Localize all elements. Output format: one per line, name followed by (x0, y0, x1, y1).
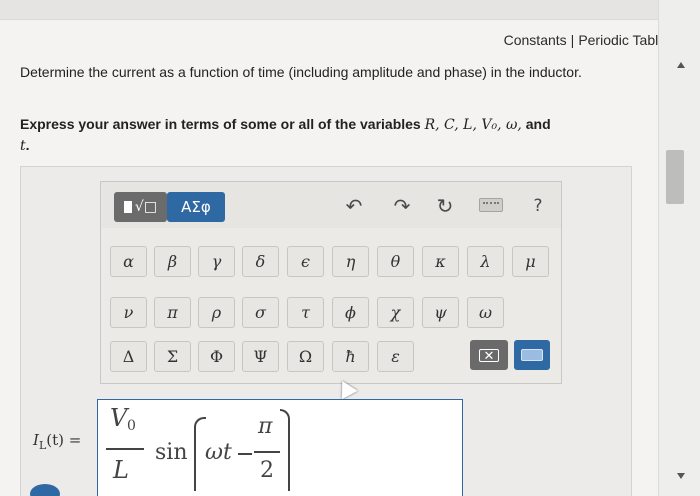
scroll-down-icon[interactable] (677, 473, 685, 479)
symbol-key-capital-sigma[interactable]: Σ (154, 341, 191, 372)
link-separator: | (570, 32, 575, 48)
undo-icon[interactable]: ↶ (341, 194, 367, 218)
templates-button[interactable]: √□ (114, 192, 167, 222)
symbol-key-delta[interactable]: δ (242, 246, 279, 277)
symbol-key-phi[interactable]: ϕ (332, 297, 369, 328)
symbol-key-eta[interactable]: η (332, 246, 369, 277)
scroll-up-icon[interactable] (677, 62, 685, 68)
instruction-prefix: Express your answer in terms of some or … (20, 116, 425, 132)
greek-symbols-button[interactable]: ΑΣφ (167, 192, 225, 222)
symbol-key-chi[interactable]: χ (377, 297, 414, 328)
keyboard-icon[interactable] (479, 198, 503, 212)
symbol-key-gamma[interactable]: γ (198, 246, 235, 277)
symbol-key-epsilon[interactable]: ϵ (287, 246, 324, 277)
sin-function: sin (155, 440, 188, 465)
instruction-suffix: . (25, 137, 30, 153)
symbol-key-pi[interactable]: π (154, 297, 191, 328)
phase-fraction-bar (254, 451, 280, 453)
answer-label-rest: (t) = (46, 431, 82, 449)
symbol-key-theta[interactable]: θ (377, 246, 414, 277)
minus-sign (238, 453, 252, 455)
question-text: Determine the current as a function of t… (20, 64, 582, 80)
scrollbar-track[interactable] (658, 0, 700, 496)
symbol-key-varepsilon[interactable]: ε (377, 341, 414, 372)
omega-t-term: ωt (205, 440, 232, 465)
header-links: Constants | Periodic Table (504, 32, 666, 48)
symbol-key-sigma[interactable]: σ (242, 297, 279, 328)
instruction-conjunction: and (521, 116, 551, 132)
instruction-variables: R, C, L, V₀, ω, (424, 117, 522, 133)
symbol-key-tau[interactable]: τ (287, 297, 324, 328)
right-paren (280, 409, 290, 491)
keyboard-toggle-icon (521, 349, 543, 361)
symbol-key-beta[interactable]: β (154, 246, 191, 277)
symbol-key-capital-omega[interactable]: Ω (287, 341, 324, 372)
periodic-table-link[interactable]: Periodic Table (578, 32, 666, 48)
phase-numerator: π (258, 414, 273, 439)
answer-label: IL(t) = (33, 431, 82, 452)
scrollbar-thumb[interactable] (666, 150, 684, 204)
fraction-denominator: L (113, 456, 129, 484)
answer-label-sub: L (38, 439, 47, 452)
phase-denominator: 2 (260, 458, 274, 483)
symbol-key-capital-delta[interactable]: Δ (110, 341, 147, 372)
symbol-key-psi[interactable]: ψ (422, 297, 459, 328)
symbol-key-capital-phi[interactable]: Φ (198, 341, 235, 372)
instruction-text: Express your answer in terms of some or … (20, 114, 630, 156)
symbol-key-capital-psi[interactable]: Ψ (242, 341, 279, 372)
symbol-key-hbar[interactable]: ħ (332, 341, 369, 372)
template-block-icon (123, 201, 132, 213)
constants-link[interactable]: Constants (504, 32, 567, 48)
delete-icon: ✕ (478, 348, 500, 362)
symbol-key-alpha[interactable]: α (110, 246, 147, 277)
symbol-key-lambda[interactable]: λ (467, 246, 504, 277)
symbol-key-kappa[interactable]: κ (422, 246, 459, 277)
symbol-key-mu[interactable]: μ (512, 246, 549, 277)
top-strip (0, 0, 658, 20)
fraction-numerator: V (110, 404, 128, 432)
reset-icon[interactable]: ↻ (432, 194, 458, 218)
fraction-bar (106, 448, 144, 450)
help-button[interactable]: ? (525, 194, 551, 218)
redo-icon[interactable]: ↷ (389, 194, 415, 218)
delete-button[interactable]: ✕ (470, 340, 508, 370)
keyboard-toggle-button[interactable] (514, 340, 550, 370)
symbol-key-nu[interactable]: ν (110, 297, 147, 328)
fraction-numerator-sub: 0 (127, 418, 136, 434)
symbol-key-rho[interactable]: ρ (198, 297, 235, 328)
sqrt-template-icon: √□ (134, 199, 158, 215)
symbol-key-omega[interactable]: ω (467, 297, 504, 328)
